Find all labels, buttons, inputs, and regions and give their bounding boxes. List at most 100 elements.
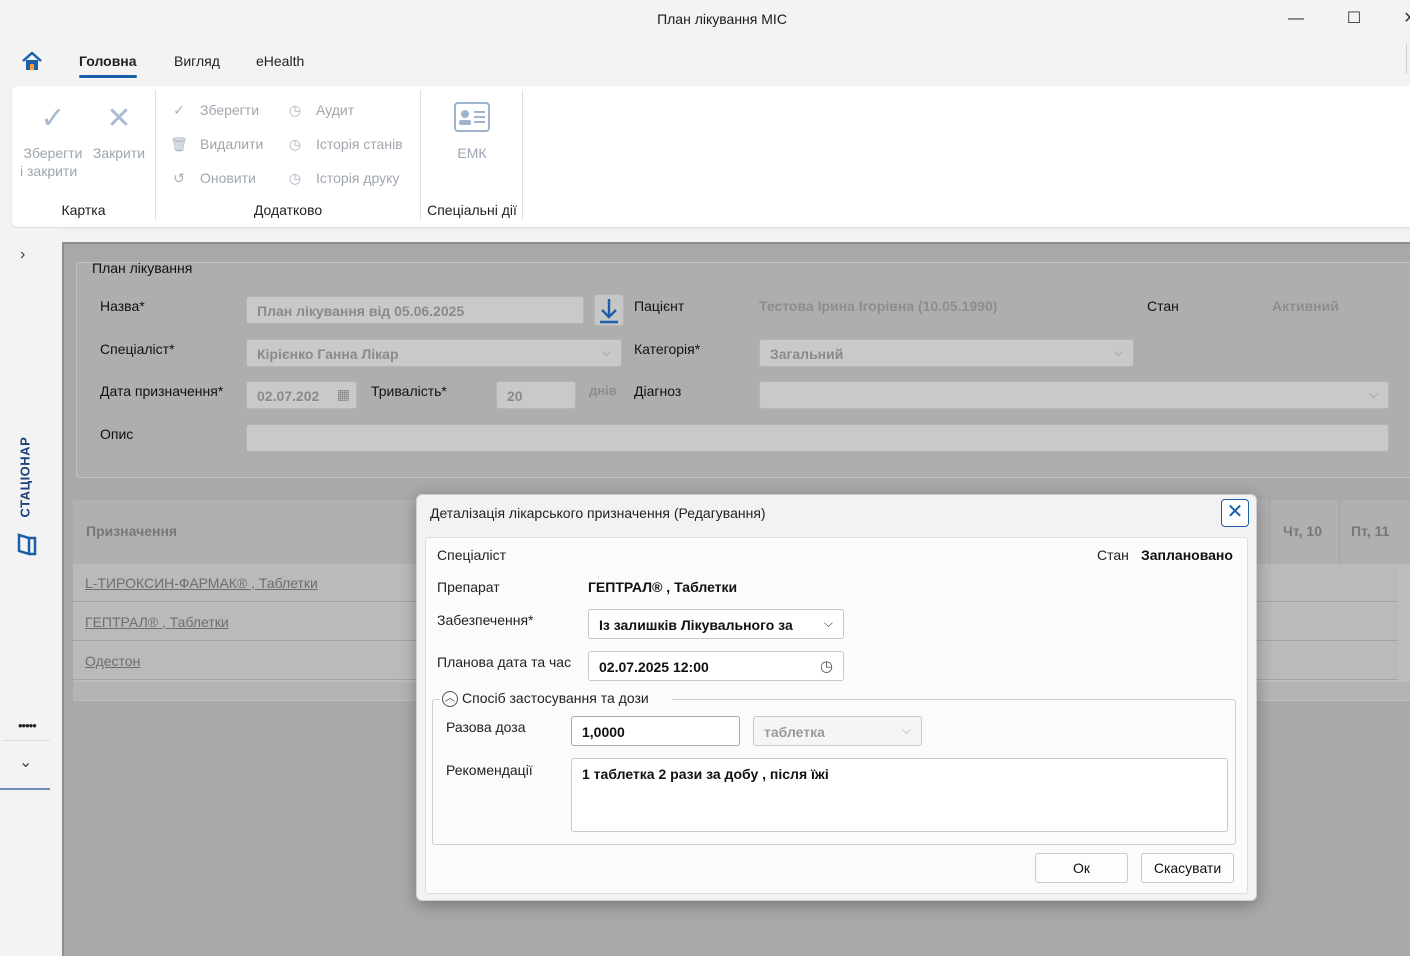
day-header: Пт, 11	[1351, 523, 1390, 539]
patient-label: Пацієнт	[634, 298, 685, 314]
chevron-down-icon: ⌵	[901, 723, 911, 737]
trash-icon: 🗑	[170, 136, 188, 152]
refresh-label: Оновити	[200, 170, 256, 186]
tab-view[interactable]: Вигляд	[174, 53, 220, 69]
more-dots-icon[interactable]: •••••	[18, 718, 37, 733]
cross-icon: ✕	[106, 102, 132, 135]
ribbon: ✓ Зберегти і закрити ✕ Закрити Картка ✓ З…	[12, 86, 1410, 227]
date-label: Дата призначення*	[100, 383, 224, 399]
diagnosis-label: Діагноз	[634, 383, 682, 399]
clock-icon: ◷	[288, 136, 302, 152]
name-value: План лікування від 05.06.2025	[257, 303, 465, 319]
dialog-state-value: Заплановано	[1141, 547, 1233, 563]
tab-ehealth[interactable]: eHealth	[256, 53, 304, 69]
dialog-state-label: Стан	[1097, 547, 1129, 563]
title-bar: План лікування МІС — ☐ ✕	[0, 0, 1410, 40]
category-label: Категорія*	[634, 341, 701, 357]
maximize-button[interactable]: ☐	[1339, 8, 1369, 32]
delete-button[interactable]: 🗑 Видалити	[170, 136, 263, 153]
sidebar-section[interactable]: СТАЦІОНАР	[10, 435, 40, 525]
prescription-link[interactable]: L-ТИРОКСИН-ФАРМАК® , Таблетки	[85, 575, 318, 591]
emk-label: ЕМК	[457, 145, 487, 161]
dosage-section-header[interactable]: ︿ Спосіб застосування та дози	[440, 689, 672, 709]
dialog-body: Спеціаліст Стан Заплановано Препарат ГЕП…	[425, 537, 1248, 894]
clock-icon: ◷	[288, 102, 302, 118]
check-icon: ✓	[40, 102, 66, 135]
description-label: Опис	[100, 426, 134, 442]
minimize-button[interactable]: —	[1281, 8, 1311, 32]
ok-button[interactable]: Ок	[1035, 853, 1128, 883]
chevron-down-icon: ⌵	[1113, 345, 1123, 359]
prescription-link[interactable]: Одестон	[85, 653, 140, 669]
unit-select[interactable]: таблетка ⌵	[753, 716, 922, 746]
group-special-label: Спеціальні дії	[427, 202, 517, 218]
print-history-label: Історія друку	[316, 170, 400, 186]
window-title: План лікування МІС	[657, 11, 787, 27]
supply-select[interactable]: Із залишків Лікувального за ⌵	[588, 609, 844, 639]
close-window-button[interactable]: ✕	[1395, 8, 1410, 32]
dose-field[interactable]: 1,0000	[571, 716, 740, 746]
description-field[interactable]	[246, 424, 1389, 452]
chevron-down-icon: ⌵	[823, 616, 833, 630]
rail-divider	[2, 740, 50, 741]
close-button[interactable]: ✕ Закрити	[90, 104, 148, 162]
close-label: Закрити	[92, 145, 146, 161]
cancel-button[interactable]: Скасувати	[1141, 853, 1234, 883]
category-value: Загальний	[770, 346, 844, 362]
calendar-clock-icon[interactable]: ◷	[820, 657, 833, 675]
planned-date-field[interactable]: 02.07.2025 12:00 ◷	[588, 651, 844, 681]
days-label: днів	[589, 383, 617, 398]
duration-value: 20	[507, 388, 523, 404]
rail-scroll-marker	[0, 788, 50, 790]
date-value: 02.07.202	[257, 388, 320, 404]
clock-icon: ◷	[288, 170, 302, 186]
chevron-down-icon[interactable]: ⌄	[19, 752, 32, 772]
hospital-icon	[15, 532, 39, 556]
state-history-button[interactable]: ◷ Історія станів	[286, 136, 403, 153]
supply-value: Із залишків Лікувального за	[599, 617, 793, 633]
emk-button[interactable]: ЕМК	[430, 102, 514, 162]
state-history-label: Історія станів	[316, 136, 403, 152]
state-label: Стан	[1147, 298, 1179, 314]
download-button[interactable]	[594, 294, 624, 326]
group-card-label: Картка	[61, 202, 106, 218]
plan-group-title: План лікування	[92, 260, 193, 276]
recommendation-field[interactable]: 1 таблетка 2 рази за добу , після їжі	[571, 758, 1228, 832]
unit-value: таблетка	[764, 724, 825, 740]
prescription-link[interactable]: ГЕПТРАЛ® , Таблетки	[85, 614, 229, 630]
download-icon	[600, 299, 618, 324]
duration-label: Тривалість*	[371, 383, 447, 399]
save-label: Зберегти	[200, 102, 260, 118]
home-icon[interactable]	[20, 50, 44, 72]
print-history-button[interactable]: ◷ Історія друку	[286, 170, 400, 187]
diagnosis-select[interactable]: ⌵	[759, 381, 1389, 409]
duration-field[interactable]: 20	[496, 381, 576, 409]
chevron-right-icon[interactable]: ›	[20, 246, 25, 264]
group-extra-label: Додатково	[253, 202, 323, 218]
save-button[interactable]: ✓ Зберегти	[170, 102, 259, 119]
ribbon-separator	[522, 90, 523, 220]
supply-label: Забезпечення*	[437, 612, 534, 628]
patient-value: Тестова Ірина Ігорівна (10.05.1990)	[759, 298, 998, 314]
recommendation-label: Рекомендації	[446, 762, 533, 778]
refresh-button[interactable]: ↺ Оновити	[170, 170, 256, 187]
collapse-icon[interactable]: ︿	[442, 691, 458, 707]
chevron-down-icon: ⌵	[1368, 387, 1378, 401]
refresh-icon: ↺	[173, 170, 185, 186]
drug-label: Препарат	[437, 579, 500, 595]
specialist-select[interactable]: Кірієнко Ганна Лікар ⌵	[246, 339, 622, 367]
calendar-icon[interactable]: ▦	[337, 386, 350, 403]
date-field[interactable]: 02.07.202 ▦	[246, 381, 357, 409]
name-field[interactable]: План лікування від 05.06.2025	[246, 296, 584, 324]
save-close-button[interactable]: ✓ Зберегти і закрити	[18, 104, 88, 180]
dialog-close-button[interactable]: ✕	[1221, 499, 1249, 527]
state-value: Активний	[1272, 298, 1339, 314]
dose-label: Разова доза	[446, 719, 526, 735]
check-icon: ✓	[173, 102, 185, 118]
tab-home[interactable]: Головна	[79, 53, 137, 78]
ribbon-separator	[155, 90, 156, 220]
id-card-icon	[430, 102, 514, 144]
audit-button[interactable]: ◷ Аудит	[286, 102, 354, 119]
ribbon-edge	[1406, 44, 1410, 74]
category-select[interactable]: Загальний ⌵	[759, 339, 1134, 367]
